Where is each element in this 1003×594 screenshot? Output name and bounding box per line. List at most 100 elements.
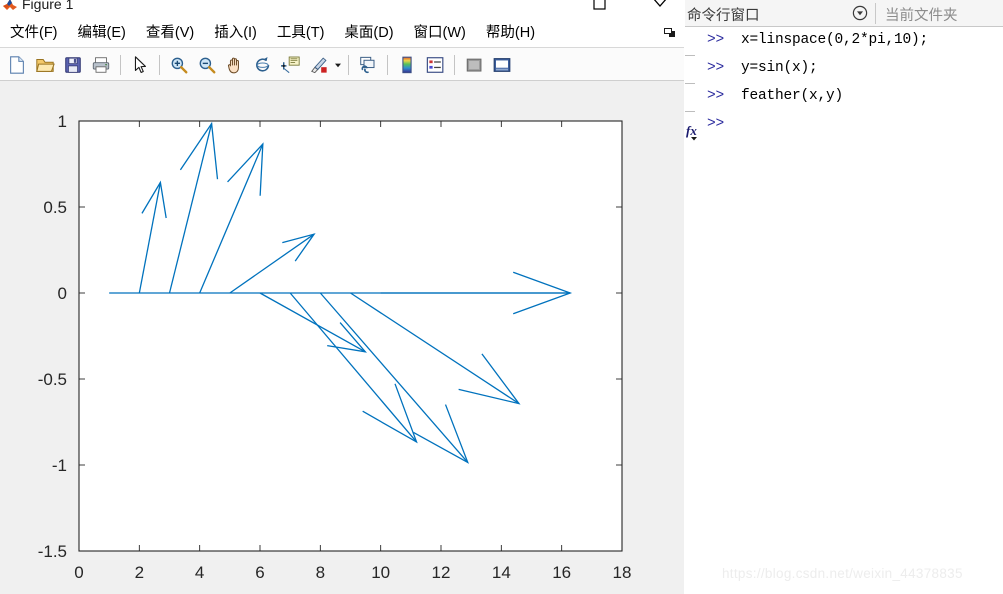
save-figure-icon [63, 55, 83, 75]
figure-title: Figure 1 [22, 0, 74, 12]
screenshot-root: Figure 1 文件(F) 编辑(E) 查看(V) 插入(I) 工具(T) 桌面(D) 窗… [0, 0, 1003, 594]
maximize-button[interactable] [585, 0, 615, 16]
menu-list: 文件(F) 编辑(E) 查看(V) 插入(I) 工具(T) 桌面(D) 窗口(W) 帮助(H) [0, 18, 545, 48]
command-window-body[interactable]: fx >> x=linspace(0,2*pi,10); >> y=sin(x);… [685, 27, 1003, 594]
brush-data-button[interactable] [306, 52, 332, 78]
command-text [724, 116, 741, 132]
zoom-in-icon [169, 55, 189, 75]
colorbar-icon [397, 55, 417, 75]
svg-text:fx: fx [686, 123, 697, 138]
pan-hand-icon [225, 55, 245, 75]
y-axis-tick-label: 1 [58, 112, 67, 131]
print-figure-icon [91, 55, 111, 75]
link-plot-button[interactable] [355, 52, 381, 78]
menu-desktop[interactable]: 桌面(D) [334, 18, 403, 48]
data-cursor-button[interactable] [278, 52, 304, 78]
command-prompt: >> [707, 116, 725, 132]
command-window-header: 命令行窗口 当前文件夹 [685, 0, 1003, 27]
link-plot-icon [358, 55, 378, 75]
command-window-gutter [685, 27, 695, 594]
menu-file[interactable]: 文件(F) [0, 18, 68, 48]
hide-plot-tools-button[interactable] [461, 52, 487, 78]
menu-edit[interactable]: 编辑(E) [68, 18, 136, 48]
plot-area: 0 2 4 6 8 10 12 14 16 18 1 0.5 0 -0.5 -1 -1.5 [0, 81, 684, 594]
pointer-select-button[interactable] [127, 52, 153, 78]
command-line: >> [707, 116, 741, 132]
print-figure-button[interactable] [88, 52, 114, 78]
command-prompt: >> [707, 88, 725, 104]
command-window-panel: 命令行窗口 当前文件夹 fx >> x=linspace(0,2*pi,10);… [685, 0, 1003, 594]
matlab-logo-icon [3, 0, 17, 10]
legend-button[interactable] [422, 52, 448, 78]
figure-window: Figure 1 文件(F) 编辑(E) 查看(V) 插入(I) 工具(T) 桌面(D) 窗… [0, 0, 684, 594]
feather-plot[interactable]: 0 2 4 6 8 10 12 14 16 18 1 0.5 0 -0.5 -1 -1.5 [0, 81, 684, 594]
toolbar-strip [0, 48, 516, 81]
menu-insert[interactable]: 插入(I) [204, 18, 267, 48]
pointer-select-icon [130, 55, 150, 75]
brush-dropdown-caret-icon[interactable] [333, 52, 343, 78]
command-line: >> feather(x,y) [707, 88, 843, 104]
save-figure-button[interactable] [60, 52, 86, 78]
data-cursor-icon [281, 55, 301, 75]
x-axis-tick-label: 4 [195, 563, 204, 582]
zoom-in-button[interactable] [166, 52, 192, 78]
close-button[interactable] [645, 0, 675, 16]
header-divider [875, 3, 876, 24]
command-window-title: 命令行窗口 [687, 8, 760, 24]
dropdown-circle-icon[interactable] [852, 5, 868, 21]
close-icon [653, 0, 667, 7]
colorbar-button[interactable] [394, 52, 420, 78]
separator-2 [159, 54, 160, 75]
new-figure-button[interactable] [4, 52, 30, 78]
separator-5 [454, 54, 455, 75]
pan-hand-button[interactable] [222, 52, 248, 78]
separator-1 [120, 54, 121, 75]
y-axis-tick-label: 0 [58, 284, 67, 303]
menu-view[interactable]: 查看(V) [136, 18, 204, 48]
rotate-3d-button[interactable] [250, 52, 276, 78]
y-axis-tick-label: -1 [52, 456, 67, 475]
open-file-icon [35, 55, 55, 75]
command-text: x=linspace(0,2*pi,10); [724, 32, 929, 48]
separator-4 [387, 54, 388, 75]
hide-plot-tools-icon [464, 55, 484, 75]
command-text: y=sin(x); [724, 60, 818, 76]
show-plot-tools-icon [492, 55, 512, 75]
tab-current-folder[interactable]: 当前文件夹 [885, 4, 958, 25]
maximize-icon [593, 0, 606, 10]
command-prompt: >> [707, 60, 725, 76]
x-axis-tick-label: 0 [74, 563, 83, 582]
x-axis-tick-label: 2 [135, 563, 144, 582]
overflow-arrow-icon[interactable] [663, 26, 676, 39]
command-prompt: >> [707, 32, 725, 48]
x-axis-tick-label: 10 [371, 563, 390, 582]
fx-function-icon[interactable]: fx [686, 123, 702, 141]
brush-data-icon [309, 55, 329, 75]
zoom-out-button[interactable] [194, 52, 220, 78]
menu-help[interactable]: 帮助(H) [476, 18, 545, 48]
x-axis-tick-label: 12 [432, 563, 451, 582]
open-file-button[interactable] [32, 52, 58, 78]
y-axis-tick-label: -0.5 [38, 370, 67, 389]
show-plot-tools-button[interactable] [489, 52, 515, 78]
legend-icon [425, 55, 445, 75]
menu-tools[interactable]: 工具(T) [267, 18, 335, 48]
x-axis-tick-label: 14 [492, 563, 511, 582]
rotate-3d-icon [253, 55, 273, 75]
x-axis-tick-label: 18 [613, 563, 632, 582]
x-axis-tick-label: 8 [316, 563, 325, 582]
y-axis-tick-label: -1.5 [38, 542, 67, 561]
command-line: >> y=sin(x); [707, 60, 818, 76]
new-figure-icon [7, 55, 27, 75]
figure-titlebar: Figure 1 [0, 0, 684, 18]
x-axis-tick-label: 6 [255, 563, 264, 582]
command-text: feather(x,y) [724, 88, 844, 104]
x-axis-tick-label: 16 [552, 563, 571, 582]
command-line: >> x=linspace(0,2*pi,10); [707, 32, 928, 48]
zoom-out-icon [197, 55, 217, 75]
figure-toolbar [0, 48, 684, 81]
y-axis-tick-label: 0.5 [43, 198, 67, 217]
separator-3 [348, 54, 349, 75]
figure-menubar: 文件(F) 编辑(E) 查看(V) 插入(I) 工具(T) 桌面(D) 窗口(W) 帮助(H) [0, 18, 684, 48]
menu-window[interactable]: 窗口(W) [404, 18, 476, 48]
